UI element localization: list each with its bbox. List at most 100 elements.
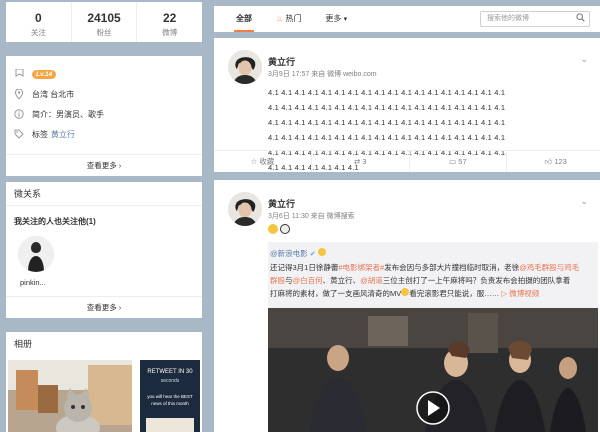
post-body-line: 4.1 4.1 4.1 4.1 4.1 4.1 4.1 4.1 4.1 4.1 … [268,118,506,127]
feed-post: 黄立行 3月6日 11:30 来自 微博搜索 ⌄ @新浪电影 ✔ 还记得3月1日… [214,180,600,432]
stat-followers[interactable]: 24105 粉丝 [72,2,138,42]
level-badge[interactable]: Lv.14 [32,69,57,79]
album-photo-retweet[interactable]: RETWEET IN 30 seconds you will hear the … [140,360,200,432]
retweet-line-2: seconds [161,378,180,384]
feed-tab-bar: 全部 ♨ 热门 更多 ▾ 搜索他的微博 [214,6,600,32]
post-body-line: 4.1 4.1 4.1 4.1 4.1 4.1 4.1 4.1 4.1 4.1 … [268,103,506,112]
retweet-line-1: RETWEET IN 30 [147,369,193,375]
repost-source-link[interactable]: @新浪电影 [270,249,308,258]
mention-link[interactable]: @白百何 [293,276,323,285]
tab-hot-label: 热门 [285,14,302,23]
search-placeholder: 搜索他的微博 [487,15,529,22]
relations-see-more-link[interactable]: 查看更多 › [6,296,202,318]
avatar[interactable] [18,236,54,272]
emoji-reactions [268,224,291,236]
stat-followers-label: 粉丝 [96,28,112,37]
location-text: 台湾 台北市 [32,89,75,99]
comment-count: 57 [458,157,467,166]
repost-text-segment: 、黄立行、 [322,276,361,285]
repost-text-segment: 三位主创打了一上午麻将吗？负责发布会拍摄的团队拿着 [382,276,571,285]
video-link[interactable]: ▷ 微博视频 [501,289,539,298]
post-meta: 3月9日 17:57 来自 微博 weibo.com [268,71,377,78]
tag-link[interactable]: 黄立行 [51,129,75,140]
tab-hot[interactable]: ♨ 热门 [264,6,313,32]
relations-card: 微关系 我关注的人也关注他(1) pinkin... 查看更多 › [6,182,202,318]
tags-label: 标签 [32,129,48,139]
topic-link[interactable]: #电影绑架者# [338,263,384,272]
feed-post: 黄立行 3月9日 17:57 来自 微博 weibo.com ⌄ 4.1 4.1… [214,38,600,172]
wink-emoji-icon [317,248,326,256]
repost-text: @新浪电影 ✔ 还记得3月1日徐静蕾#电影绑架者#发布会因与多部大片撞档临时取消… [268,247,594,300]
post-author[interactable]: 黄立行 [268,197,295,210]
location-pin-icon [14,89,24,99]
medal-icon [14,69,24,79]
verified-icon: ✔ [309,251,316,258]
tag-icon [14,129,24,139]
post-body-line: 4.1 4.1 4.1 4.1 4.1 4.1 4.1 4.1 4.1 4.1 … [268,133,506,142]
thumbs-up-icon: 👍︎ [544,157,553,166]
video-play-icon: ▷ [501,289,508,298]
post-meta: 3月6日 11:30 来自 微博搜索 [268,213,355,220]
info-circle-icon [14,109,24,119]
stat-weibo[interactable]: 22 微博 [137,2,202,42]
stats-card: 0 关注 24105 粉丝 22 微博 [6,2,202,42]
repost-content: @新浪电影 ✔ 还记得3月1日徐静蕾#电影绑架者#发布会因与多部大片撞档临时取消… [268,242,598,432]
chevron-down-icon[interactable]: ⌄ [580,54,588,65]
search-input[interactable]: 搜索他的微博 [480,11,590,27]
intro-row: 简介：男演员、歌手 [14,104,194,124]
mention-link[interactable]: @胡道 [360,276,383,285]
avatar[interactable] [228,192,262,226]
stat-following[interactable]: 0 关注 [6,2,72,42]
panda-emoji-icon [280,224,291,234]
mention-link[interactable]: @鸡毛群殴与鸡毛 [519,263,579,272]
post-action-bar: ☆ 收藏 ⇄ 3 ▭ 57 👍︎ 123 [214,150,600,172]
retweet-line-3: you will hear the BEST [147,394,193,399]
comment-button[interactable]: ▭ 57 [410,151,508,172]
repost-text-segment: 打麻将的素材，做了一支画风清奇的MV [270,289,402,298]
level-row: Lv.14 [14,64,194,84]
stat-followers-count: 24105 [87,11,121,25]
mutual-follow-heading: 我关注的人也关注他(1) [14,217,96,226]
post-body-line: 4.1 4.1 4.1 4.1 4.1 4.1 4.1 4.1 4.1 4.1 … [268,88,506,97]
album-photo-cat[interactable] [8,360,132,432]
repost-icon: ⇄ [353,157,361,166]
mention-link[interactable]: 群殴 [270,276,285,285]
tab-more-label: 更多 [325,14,342,23]
tab-more[interactable]: 更多 ▾ [313,6,359,32]
repost-text-segment: 发布会因与多部大片撞档临时取消，老徐 [384,263,520,272]
post-author[interactable]: 黄立行 [268,55,295,68]
repost-count: 3 [362,157,367,166]
album-title: 相册 [14,339,33,349]
tags-row: 标签 黄立行 [14,124,194,144]
comment-icon: ▭ [449,157,457,166]
chevron-down-icon[interactable]: ⌄ [580,196,588,207]
laughing-emoji-icon [268,224,278,234]
favorite-label: 收藏 [259,157,275,166]
video-link-label: 微博视频 [509,289,540,298]
album-card: 相册 RETWEET IN 30 seconds you will hear t… [6,332,202,432]
flame-icon: ♨ [276,14,284,23]
repost-text-segment: 还记得3月1日徐静蕾 [270,263,339,272]
tab-all[interactable]: 全部 [224,6,264,32]
chevron-down-icon: ▾ [343,16,348,23]
stat-following-count: 0 [34,11,42,25]
favorite-button[interactable]: ☆ 收藏 [214,151,312,172]
search-icon[interactable] [576,13,585,28]
relations-title: 微关系 [6,182,202,206]
repost-text-segment: 与 [285,276,293,285]
profile-info-card: Lv.14 台湾 台北市 简介：男演员、歌手 标签 黄立行 查看更多 › [6,56,202,176]
retweet-line-4: news of this month [151,401,189,406]
video-player[interactable] [268,308,598,432]
star-icon: ☆ [250,157,258,166]
repost-text-segment: 看完滚影君只能说，服…… [409,289,500,298]
stat-following-label: 关注 [30,28,46,37]
like-button[interactable]: 👍︎ 123 [507,151,600,172]
location-row: 台湾 台北市 [14,84,194,104]
repost-button[interactable]: ⇄ 3 [312,151,410,172]
info-see-more-link[interactable]: 查看更多 › [6,154,202,176]
stat-weibo-count: 22 [163,11,177,25]
mutual-user-name[interactable]: pinkin... [20,278,46,287]
stat-weibo-label: 微博 [162,28,178,37]
avatar[interactable] [228,50,262,84]
like-count: 123 [554,157,567,166]
